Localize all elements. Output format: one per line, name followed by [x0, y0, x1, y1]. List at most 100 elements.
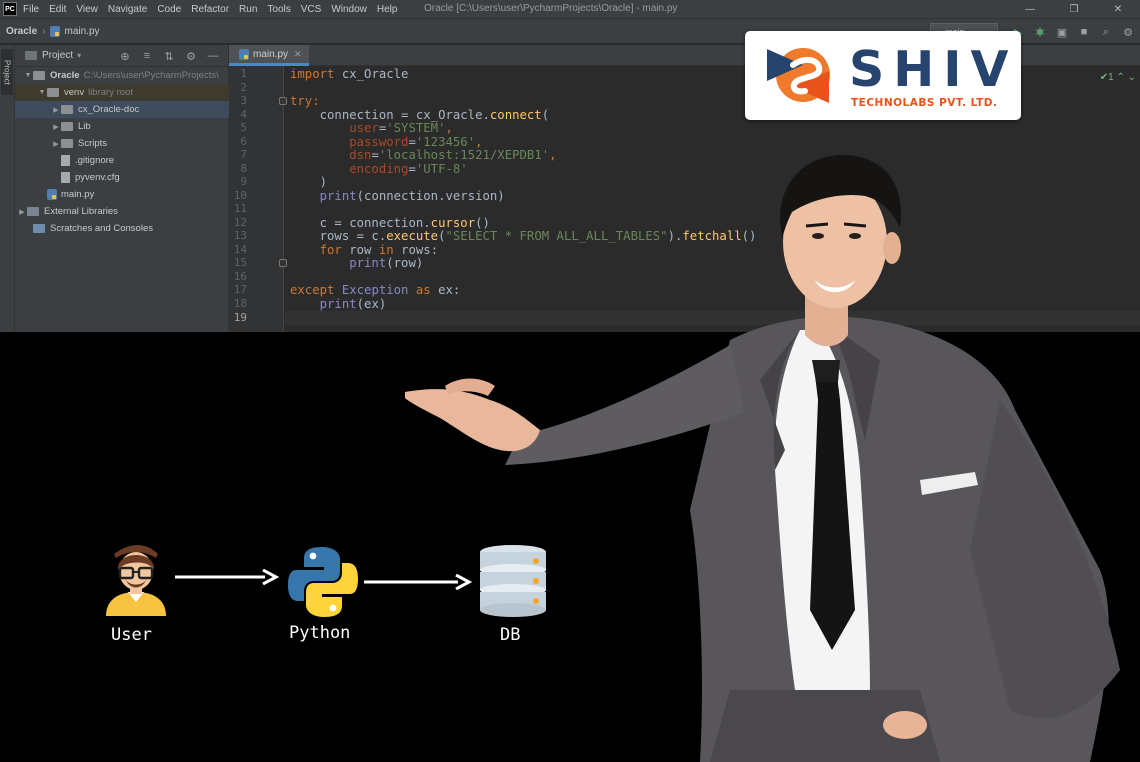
menu-navigate[interactable]: Navigate — [108, 4, 147, 15]
line-number: 11 — [233, 202, 247, 215]
code-line: password='123456', — [290, 135, 483, 149]
close-icon[interactable]: ✕ — [294, 49, 302, 60]
debug-icon[interactable]: ✱ — [1030, 22, 1050, 42]
close-button[interactable]: ✕ — [1096, 0, 1140, 18]
menu-vcs[interactable]: VCS — [301, 4, 322, 15]
brow-right — [843, 222, 867, 228]
stop-icon[interactable]: ■ — [1074, 22, 1094, 42]
tree-item-scripts[interactable]: ▶ Scripts — [15, 135, 229, 152]
chevron-right-icon: ▶ — [53, 123, 59, 131]
python-logo-icon — [288, 547, 358, 617]
line-number: 8 — [240, 162, 247, 175]
tree-item-oracle[interactable]: ▼ Oracle C:\Users\user\PycharmProjects\ — [15, 67, 229, 84]
menu-view[interactable]: View — [76, 4, 98, 15]
maximize-button[interactable]: ❐ — [1052, 0, 1096, 18]
tree-meta: library root — [88, 87, 133, 98]
coverage-icon[interactable]: ▣ — [1052, 22, 1072, 42]
tab-label: main.py — [253, 48, 289, 60]
tree-label: Lib — [78, 121, 91, 132]
chevron-down-icon: ▼ — [38, 89, 46, 96]
window-controls: — ❐ ✕ — [1008, 0, 1140, 18]
menu-window[interactable]: Window — [331, 4, 367, 15]
code-line: print(ex) — [290, 297, 387, 311]
tree-label: pyvenv.cfg — [75, 172, 120, 183]
brand-subtitle: TECHNOLABS PVT. LTD. — [851, 97, 998, 109]
code-line: try: — [290, 94, 320, 108]
line-number: 14 — [233, 243, 247, 256]
folder-icon — [47, 88, 59, 97]
brand-mark-icon — [767, 48, 830, 103]
tie-knot — [812, 360, 840, 382]
settings-icon[interactable]: ⚙ — [1118, 22, 1138, 42]
menu-help[interactable]: Help — [377, 4, 398, 15]
tool-window-strip: Project — [0, 45, 15, 332]
menu-edit[interactable]: Edit — [49, 4, 66, 15]
chevron-right-icon: ▶ — [19, 208, 25, 216]
python-file-icon — [239, 48, 249, 60]
diagram-label-db: DB — [500, 625, 521, 645]
folder-icon — [61, 139, 73, 148]
search-icon[interactable]: ⌕ — [1096, 22, 1116, 42]
eye-left — [812, 233, 824, 239]
project-panel-title[interactable]: Project — [42, 50, 73, 61]
folder-icon — [25, 51, 37, 60]
gear-icon[interactable]: ⚙ — [180, 50, 202, 63]
tree-item-lib[interactable]: ▶ Lib — [15, 118, 229, 135]
pycharm-logo-icon: PC — [3, 2, 17, 16]
code-line: user='SYSTEM', — [290, 121, 453, 135]
database-icon — [480, 545, 546, 617]
tree-label: External Libraries — [44, 206, 118, 217]
minimize-button[interactable]: — — [1008, 0, 1052, 18]
breadcrumb-project[interactable]: Oracle — [6, 26, 37, 37]
line-number: 13 — [233, 229, 247, 242]
file-icon — [61, 155, 70, 166]
tree-item-gitignore[interactable]: .gitignore — [15, 152, 229, 169]
locate-icon[interactable]: ⊕ — [114, 50, 136, 63]
hide-icon[interactable]: — — [202, 50, 224, 62]
tree-label: Oracle — [50, 70, 80, 81]
library-icon — [27, 207, 39, 216]
project-panel-tools: ⊕ ≡ ⇅ ⚙ — — [114, 45, 224, 67]
collapse-all-icon[interactable]: ⇅ — [158, 50, 180, 63]
tree-item-cx-oracle-doc[interactable]: ▶ cx_Oracle-doc — [15, 101, 229, 118]
line-number: 12 — [233, 216, 247, 229]
eye-right — [849, 233, 861, 239]
python-file-icon — [50, 25, 61, 37]
tree-item-external-libraries[interactable]: ▶ External Libraries — [15, 203, 229, 220]
tree-label: main.py — [61, 189, 95, 200]
menu-refactor[interactable]: Refactor — [191, 4, 229, 15]
chevron-down-icon[interactable]: ▾ — [77, 51, 81, 60]
line-number: 15 — [233, 256, 247, 269]
tree-label: cx_Oracle-doc — [78, 104, 140, 115]
line-number: 18 — [233, 297, 247, 310]
tree-item-venv[interactable]: ▼ venv library root — [15, 84, 229, 101]
hip-hand — [883, 711, 927, 739]
menu-tools[interactable]: Tools — [267, 4, 290, 15]
line-number: 16 — [233, 270, 247, 283]
ear — [883, 232, 901, 264]
tree-item-pyvenv[interactable]: pyvenv.cfg — [15, 169, 229, 186]
line-number: 7 — [240, 148, 247, 161]
project-panel: Project ▾ ⊕ ≡ ⇅ ⚙ — ▼ Oracle C:\Users\us… — [15, 45, 229, 332]
code-line: ) — [290, 175, 328, 189]
menu-run[interactable]: Run — [239, 4, 257, 15]
line-number: 6 — [240, 135, 247, 148]
project-tool-tab[interactable]: Project — [1, 49, 13, 95]
line-number: 2 — [240, 81, 247, 94]
menu-file[interactable]: File — [23, 4, 39, 15]
menu-code[interactable]: Code — [157, 4, 181, 15]
folder-icon — [61, 105, 73, 114]
tree-item-scratches[interactable]: Scratches and Consoles — [15, 220, 229, 237]
expand-all-icon[interactable]: ≡ — [136, 50, 158, 62]
line-number: 17 — [233, 283, 247, 296]
breadcrumb-file[interactable]: main.py — [64, 26, 99, 37]
hand — [405, 389, 540, 452]
code-line: connection = cx_Oracle.connect( — [290, 108, 550, 122]
tree-item-main-py[interactable]: main.py — [15, 186, 229, 203]
inspection-widget[interactable]: ✔1 ⌃ ⌄ — [1100, 72, 1136, 83]
window-title: Oracle [C:\Users\user\PycharmProjects\Or… — [424, 3, 678, 14]
tab-main-py[interactable]: main.py ✕ — [229, 45, 309, 66]
line-number: 3 — [240, 94, 247, 107]
tree-label: .gitignore — [75, 155, 115, 166]
folder-icon — [33, 71, 45, 80]
